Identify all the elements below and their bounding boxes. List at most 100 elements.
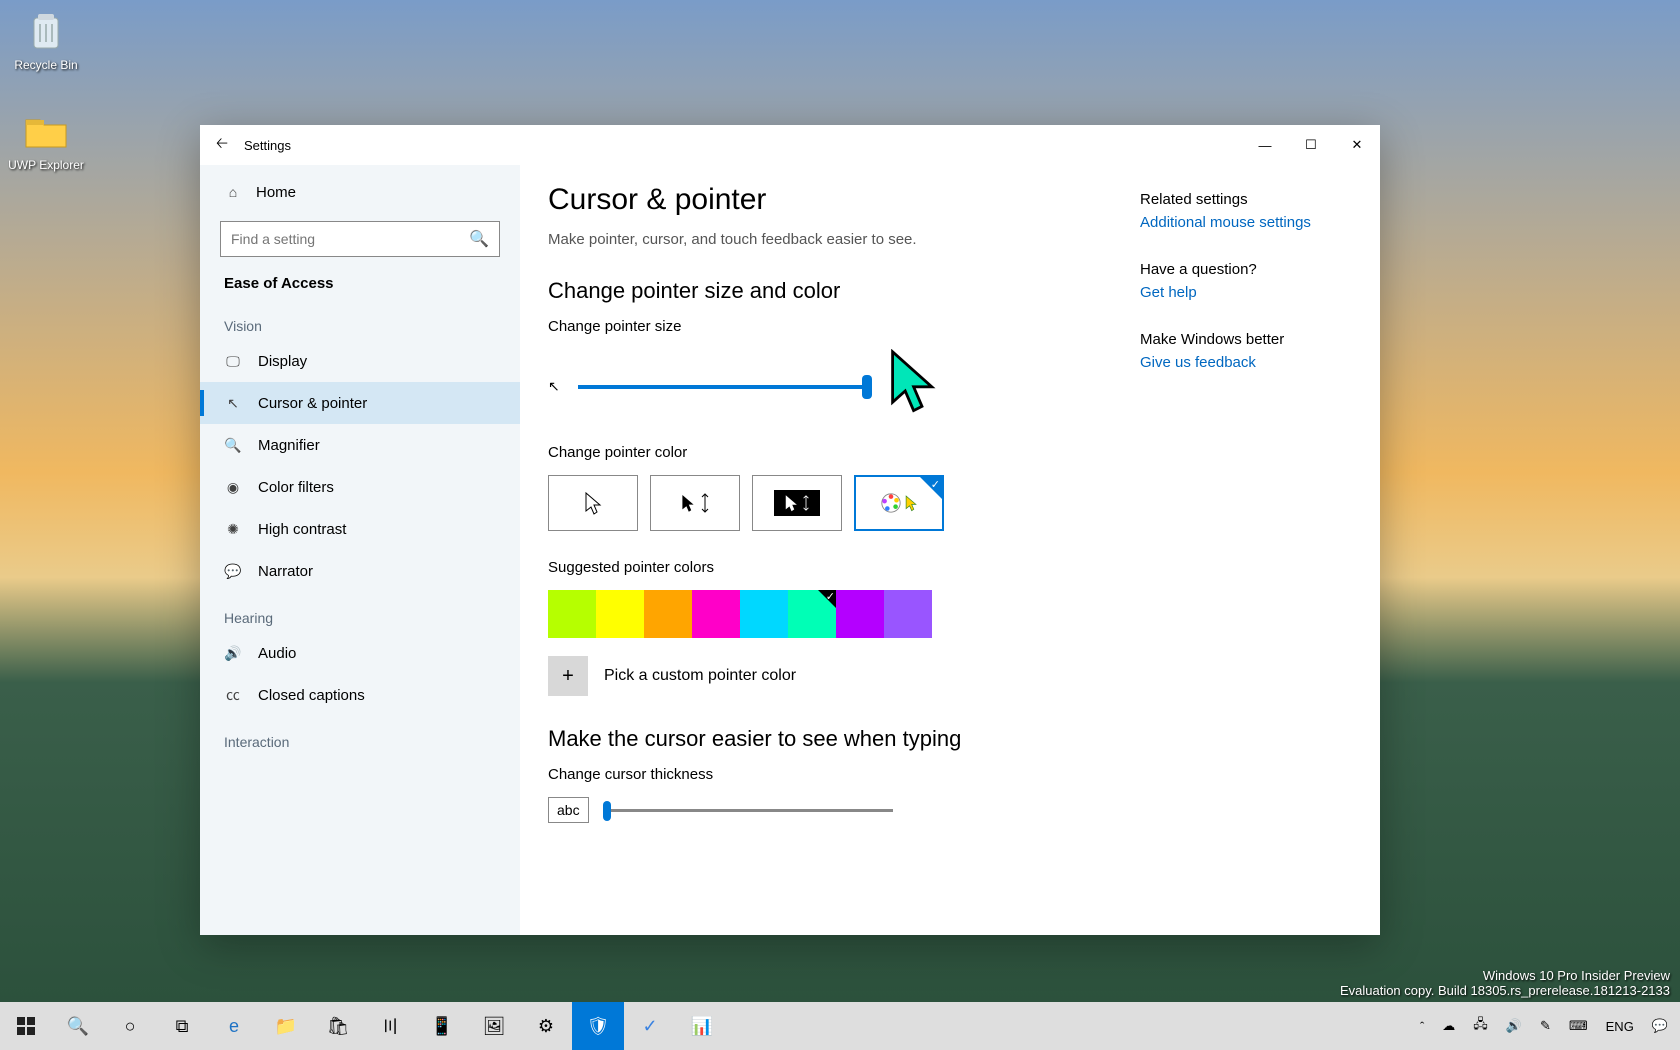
sidebar-item-high-contrast[interactable]: ✺ High contrast [200, 508, 520, 550]
sidebar-home[interactable]: ⌂ Home [200, 173, 520, 211]
maximize-button[interactable]: ☐ [1288, 125, 1334, 165]
magnifier-icon: 🔍 [224, 436, 242, 454]
tray-language[interactable]: ENG [1600, 1019, 1640, 1034]
taskbar: 🔍 ○ ⧉ e 📁 🛍 〣 📱 🖼 ⚙ 🛡 ✓ 📊 ˆ ☁ 🖧 🔊 ✎ ⌨ EN… [0, 1002, 1680, 1050]
audio-icon: 🔊 [224, 644, 242, 662]
narrator-icon: 💬 [224, 562, 242, 580]
cursor-icon: ↖ [224, 394, 242, 412]
folder-icon [22, 108, 70, 156]
color-swatch[interactable] [644, 590, 692, 638]
minimize-button[interactable]: ― [1242, 125, 1288, 165]
window-title: Settings [244, 138, 1242, 153]
tray-chevron-icon[interactable]: ˆ [1414, 1019, 1430, 1034]
label-pointer-color: Change pointer color [548, 444, 1140, 461]
sidebar-item-cursor-pointer[interactable]: ↖ Cursor & pointer [200, 382, 520, 424]
cc-icon: ㏄ [224, 686, 242, 704]
cursor-thickness-preview: abc [548, 797, 589, 823]
desktop-icon-label: Recycle Bin [14, 58, 77, 72]
section-size-color: Change pointer size and color [548, 278, 1140, 304]
section-cursor-typing: Make the cursor easier to see when typin… [548, 726, 1140, 752]
link-give-feedback[interactable]: Give us feedback [1140, 354, 1356, 371]
pointer-small-icon: ↖ [548, 378, 560, 395]
search-icon: 🔍 [469, 229, 489, 249]
sidebar-item-narrator[interactable]: 💬 Narrator [200, 550, 520, 592]
sidebar-item-label: Audio [258, 645, 296, 662]
app-icon-1[interactable]: 〣 [364, 1002, 416, 1050]
sidebar-item-label: Cursor & pointer [258, 395, 367, 412]
close-button[interactable]: ✕ [1334, 125, 1380, 165]
titlebar: 🡠 Settings ― ☐ ✕ [200, 125, 1380, 165]
pick-custom-color-button[interactable]: + [548, 656, 588, 696]
pointer-size-slider[interactable] [578, 385, 868, 389]
link-get-help[interactable]: Get help [1140, 284, 1356, 301]
task-view-icon[interactable]: ⧉ [156, 1002, 208, 1050]
color-option-white[interactable] [548, 475, 638, 531]
label-cursor-thickness: Change cursor thickness [548, 766, 1140, 783]
color-swatch[interactable] [884, 590, 932, 638]
watermark-line2: Evaluation copy. Build 18305.rs_prerelea… [1340, 983, 1670, 998]
link-additional-mouse-settings[interactable]: Additional mouse settings [1140, 214, 1356, 231]
tray-action-center-icon[interactable]: 💬 [1646, 1018, 1674, 1034]
display-icon: 🖵 [224, 352, 242, 370]
todo-icon[interactable]: ✓ [624, 1002, 676, 1050]
suggested-color-swatches: ✓ [548, 590, 1140, 638]
back-button[interactable]: 🡠 [200, 133, 244, 158]
desktop-icon-recycle-bin[interactable]: Recycle Bin [6, 8, 86, 72]
taskbar-settings-icon[interactable]: ⚙ [520, 1002, 572, 1050]
pointer-color-options: ✓ [548, 475, 1140, 531]
color-swatch[interactable] [692, 590, 740, 638]
photos-icon[interactable]: 🖼 [468, 1002, 520, 1050]
feedback-heading: Make Windows better [1140, 331, 1356, 348]
watermark-line1: Windows 10 Pro Insider Preview [1340, 968, 1670, 983]
sidebar-item-color-filters[interactable]: ◉ Color filters [200, 466, 520, 508]
content-aside: Related settings Additional mouse settin… [1140, 183, 1380, 935]
color-swatch[interactable] [596, 590, 644, 638]
app-icon-2[interactable]: 📊 [676, 1002, 728, 1050]
sidebar-item-label: Color filters [258, 479, 334, 496]
file-explorer-icon[interactable]: 📁 [260, 1002, 312, 1050]
sidebar-item-display[interactable]: 🖵 Display [200, 340, 520, 382]
cortana-icon[interactable]: ○ [104, 1002, 156, 1050]
search-box[interactable]: 🔍 [220, 221, 500, 257]
highcontrast-icon: ✺ [224, 520, 242, 538]
sidebar-home-label: Home [256, 184, 296, 201]
sidebar-item-label: Magnifier [258, 437, 320, 454]
color-option-inverted[interactable] [752, 475, 842, 531]
sidebar-item-closed-captions[interactable]: ㏄ Closed captions [200, 674, 520, 716]
sidebar-group-vision: Vision [200, 300, 520, 340]
tray-keyboard-icon[interactable]: ⌨ [1563, 1018, 1594, 1034]
color-swatch[interactable]: ✓ [788, 590, 836, 638]
sidebar-item-label: Closed captions [258, 687, 365, 704]
pointer-large-preview-icon [886, 349, 944, 424]
tray-volume-icon[interactable]: 🔊 [1500, 1018, 1528, 1034]
color-swatch[interactable] [836, 590, 884, 638]
tray-pen-icon[interactable]: ✎ [1534, 1018, 1557, 1034]
sidebar-item-audio[interactable]: 🔊 Audio [200, 632, 520, 674]
desktop-icon-label: UWP Explorer [8, 158, 84, 172]
store-icon[interactable]: 🛍 [312, 1002, 364, 1050]
color-swatch[interactable] [740, 590, 788, 638]
home-icon: ⌂ [224, 183, 242, 201]
color-option-black[interactable] [650, 475, 740, 531]
label-pointer-size: Change pointer size [548, 318, 1140, 335]
color-option-custom[interactable]: ✓ [854, 475, 944, 531]
custom-color-label: Pick a custom pointer color [604, 667, 796, 685]
cursor-thickness-slider[interactable] [603, 809, 893, 812]
start-button[interactable] [0, 1002, 52, 1050]
edge-icon[interactable]: e [208, 1002, 260, 1050]
sidebar: ⌂ Home 🔍 Ease of Access Vision 🖵 Display… [200, 165, 520, 935]
phone-icon[interactable]: 📱 [416, 1002, 468, 1050]
tray-network-icon[interactable]: 🖧 [1467, 1015, 1494, 1037]
page-heading: Cursor & pointer [548, 183, 1140, 217]
desktop-icon-uwp-explorer[interactable]: UWP Explorer [6, 108, 86, 172]
system-tray: ˆ ☁ 🖧 🔊 ✎ ⌨ ENG 💬 [1414, 1015, 1680, 1037]
sidebar-item-label: High contrast [258, 521, 346, 538]
search-input[interactable] [231, 231, 469, 247]
security-icon[interactable]: 🛡 [572, 1002, 624, 1050]
label-suggested-colors: Suggested pointer colors [548, 559, 1140, 576]
sidebar-item-magnifier[interactable]: 🔍 Magnifier [200, 424, 520, 466]
recycle-bin-icon [22, 8, 70, 56]
taskbar-search-icon[interactable]: 🔍 [52, 1002, 104, 1050]
color-swatch[interactable] [548, 590, 596, 638]
tray-onedrive-icon[interactable]: ☁ [1436, 1018, 1461, 1034]
